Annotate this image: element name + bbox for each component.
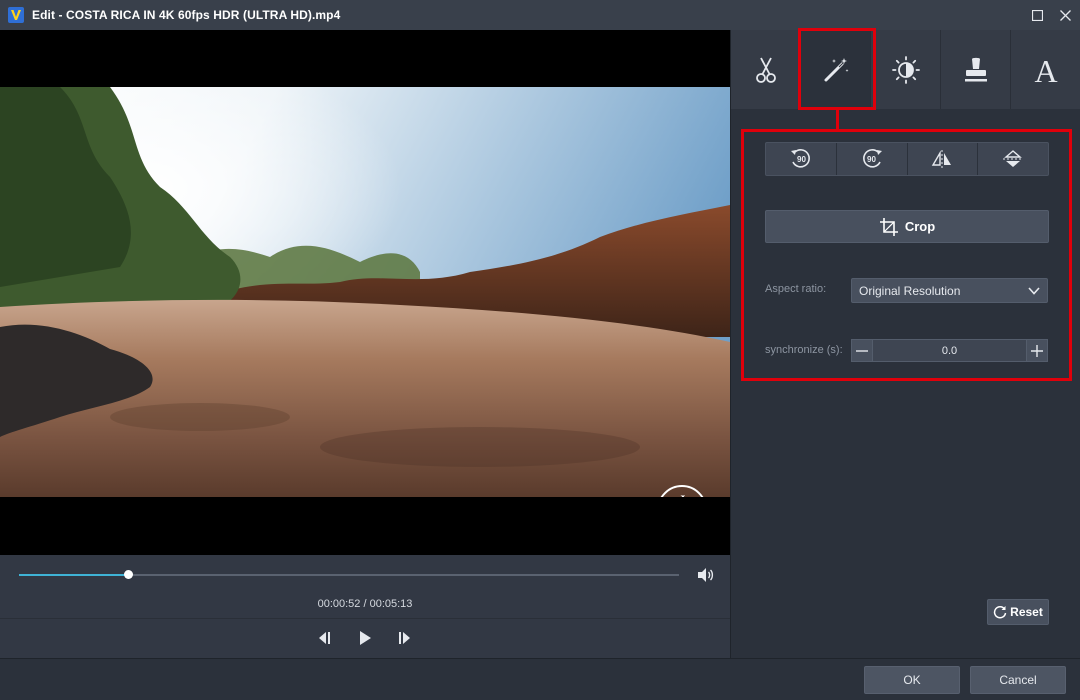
channel-watermark: J K: [656, 484, 708, 497]
step-back-icon: [319, 632, 330, 644]
window-title: Edit - COSTA RICA IN 4K 60fps HDR (ULTRA…: [32, 8, 341, 22]
close-icon: [1059, 9, 1071, 21]
svg-text:90: 90: [797, 155, 806, 164]
brightness-icon: [891, 55, 920, 84]
play-button[interactable]: [356, 629, 374, 647]
tab-subtitle[interactable]: A: [1011, 30, 1080, 109]
title-bar: Edit - COSTA RICA IN 4K 60fps HDR (ULTRA…: [0, 0, 1080, 30]
volume-button[interactable]: [697, 567, 715, 583]
ok-button[interactable]: OK: [864, 666, 960, 694]
seek-bar[interactable]: [19, 570, 679, 579]
aspect-ratio-select[interactable]: Original Resolution: [851, 278, 1048, 303]
reset-icon: [993, 606, 1007, 619]
video-frame: J K: [0, 87, 730, 497]
flip-vertical-button[interactable]: [978, 143, 1048, 175]
svg-text:90: 90: [867, 155, 876, 164]
maximize-button[interactable]: [1022, 0, 1052, 30]
aspect-ratio-label: Aspect ratio:: [765, 283, 827, 295]
chevron-down-icon: [1028, 287, 1040, 295]
next-frame-button[interactable]: [395, 629, 413, 647]
player-controls: 00:00:52 / 00:05:13: [0, 555, 730, 658]
flip-horizontal-icon: [932, 150, 952, 168]
time-display: 00:00:52 / 00:05:13: [317, 598, 413, 610]
beach-scene-image: [0, 87, 730, 497]
svg-text:A: A: [1034, 55, 1057, 85]
app-logo-icon: [8, 7, 24, 23]
rotate-right-button[interactable]: 90: [837, 143, 908, 175]
play-icon: [360, 631, 371, 645]
volume-icon: [698, 568, 714, 582]
watermark-logo-icon: J K: [660, 485, 704, 497]
watermark-letter-top: J: [679, 492, 686, 497]
close-button[interactable]: [1050, 0, 1080, 30]
edit-window: Edit - COSTA RICA IN 4K 60fps HDR (ULTRA…: [0, 0, 1080, 700]
tab-trim[interactable]: [731, 30, 801, 109]
crop-button[interactable]: Crop: [765, 210, 1049, 243]
maximize-icon: [1031, 9, 1043, 21]
magic-wand-icon: [824, 57, 848, 81]
decrement-button[interactable]: [851, 339, 873, 362]
rotate-left-icon: 90: [790, 149, 810, 168]
tab-adjust[interactable]: [871, 30, 941, 109]
stamp-icon: [964, 57, 987, 81]
controls-divider: [0, 618, 730, 619]
tab-effects[interactable]: [801, 30, 871, 109]
plus-icon: [1031, 344, 1043, 357]
rotate-right-icon: 90: [862, 149, 882, 168]
rotate-flip-group: 90 90: [765, 142, 1049, 176]
flip-vertical-icon: [1003, 150, 1024, 167]
crop-icon: [879, 217, 898, 236]
increment-button[interactable]: [1026, 339, 1048, 362]
minus-icon: [856, 349, 868, 352]
synchronize-label: synchronize (s):: [765, 344, 843, 356]
aspect-ratio-value: Original Resolution: [859, 283, 961, 298]
scissors-icon: [755, 57, 776, 83]
video-preview: J K: [0, 30, 730, 555]
text-icon: A: [1034, 55, 1057, 85]
edit-panel: A 90 90 Crop Aspect ratio: Original Reso…: [730, 28, 1080, 658]
cancel-button[interactable]: Cancel: [970, 666, 1066, 694]
synchronize-stepper: 0.0: [851, 339, 1048, 362]
edit-tabs: A: [731, 30, 1080, 109]
dialog-footer: OK Cancel: [0, 658, 1080, 700]
previous-frame-button[interactable]: [316, 629, 334, 647]
highlight-connector-annotation: [836, 110, 839, 130]
crop-label: Crop: [904, 219, 936, 234]
seek-handle[interactable]: [124, 570, 134, 579]
reset-label: Reset: [1010, 605, 1043, 619]
reset-button[interactable]: Reset: [987, 599, 1049, 625]
rotate-left-button[interactable]: 90: [766, 143, 837, 175]
flip-horizontal-button[interactable]: [908, 143, 979, 175]
step-forward-icon: [399, 632, 410, 644]
seek-progress: [19, 574, 129, 576]
synchronize-value[interactable]: 0.0: [873, 339, 1026, 362]
tab-watermark[interactable]: [941, 30, 1011, 109]
